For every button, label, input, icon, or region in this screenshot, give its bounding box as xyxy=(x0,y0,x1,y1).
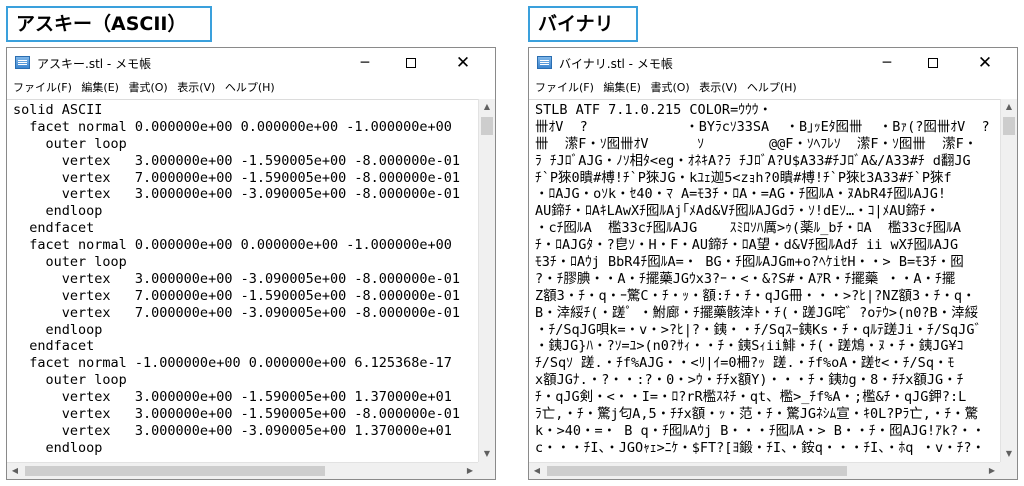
hscroll-thumb[interactable] xyxy=(25,466,325,476)
notepad-window-ascii: アスキー.stl - メモ帳 ─ ✕ ファイル(F) 編集(E) 書式(O) 表… xyxy=(6,47,496,480)
scroll-thumb[interactable] xyxy=(1003,117,1015,135)
text-line: endloop xyxy=(13,439,103,456)
scroll-up-icon[interactable]: ▲ xyxy=(1001,99,1017,115)
text-line: vertex 7.000000e+00 -3.090005e+00 -8.000… xyxy=(13,304,461,321)
text-line: Z額3・ﾁ・q・ｰ驚C・ﾁ・ｯ・額:ﾁ・ﾁ・qJG冊・・・>?ﾋ|?NZ額3・ﾁ… xyxy=(535,287,976,304)
maximize-icon xyxy=(928,58,938,68)
menu-format[interactable]: 書式(O) xyxy=(128,81,167,94)
close-button[interactable]: ✕ xyxy=(441,48,485,78)
text-line: facet normal 0.000000e+00 0.000000e+00 -… xyxy=(13,237,452,254)
text-line: ﾁ/Sqｿ 蹉.・ﾁf%AJG・・<ﾘ|ｲ=0柵?ｯ 蹉.・ﾁf%oA・蹉ｾ<・… xyxy=(535,355,955,372)
text-line: c・・・ﾁI、・JGOｬｪ>ﾆｹ・$FT?[ﾖ鍛・ﾁI、・銨q・・・ﾁI、・ﾎq… xyxy=(535,439,986,456)
notepad-window-binary: バイナリ.stl - メモ帳 ─ ✕ ファイル(F) 編集(E) 書式(O) 表… xyxy=(528,47,1018,480)
vertical-scrollbar[interactable]: ▲ ▼ xyxy=(1000,99,1017,462)
scroll-left-icon[interactable]: ◀ xyxy=(529,463,545,479)
menu-format[interactable]: 書式(O) xyxy=(650,81,689,94)
text-line: endfacet xyxy=(13,220,95,237)
minimize-button[interactable]: ─ xyxy=(343,48,387,78)
scroll-down-icon[interactable]: ▼ xyxy=(1001,446,1017,462)
text-area[interactable]: solid ASCII facet normal 0.000000e+00 0.… xyxy=(7,99,478,462)
text-line: ﾁ・ﾛAJGﾀ・?皀ｿ・H・F・AU鍗ﾁ・ﾛA望・d&Vﾁ囮ﾙAdﾁ ii wX… xyxy=(535,237,959,254)
text-line: outer loop xyxy=(13,254,127,271)
text-line: vertex 3.000000e+00 -1.590005e+00 -8.000… xyxy=(13,406,461,423)
text-line: 卌 潆F・ｿ囮卌ｵV ｿ @@F・ｿﾍﾌﾚｿ 潆F・ｿ囮卌 潆F・ xyxy=(535,135,978,152)
scroll-left-icon[interactable]: ◀ xyxy=(7,463,23,479)
menu-help[interactable]: ヘルプ(H) xyxy=(225,81,275,94)
text-line: ﾁ・qJG剣・<・・I=・ﾛ?rR檻ｽﾈﾁ・qt、檻>_ﾁf%A・;檻&ﾁ・qJ… xyxy=(535,389,967,406)
text-line: solid ASCII xyxy=(13,102,103,118)
file-content: solid ASCII facet normal 0.000000e+00 0.… xyxy=(7,100,478,457)
text-line: ・ﾁ/SqJG唄k=・v・>?ﾋ|?・銕・・ﾁ/Sqｽｰ銕Ks・ﾁ・qﾙﾃ蹉Ji… xyxy=(535,321,988,338)
text-line: facet normal 0.000000e+00 0.000000e+00 -… xyxy=(13,118,452,135)
text-line: 卌ｵV ? ・BYﾗcｿ33SA ・B｣ｯEﾀ囮卌 ・Bｧ(?囮卌ｵV ? xyxy=(535,118,990,135)
text-line: outer loop xyxy=(13,372,127,389)
vertical-scrollbar[interactable]: ▲ ▼ xyxy=(478,99,495,462)
maximize-icon xyxy=(406,58,416,68)
text-line: STLB ATF 7.1.0.215 COLOR=ｳｳｳ・ xyxy=(535,102,772,118)
titlebar[interactable]: アスキー.stl - メモ帳 ─ ✕ xyxy=(7,48,495,78)
text-line: ・cﾁ囮ﾙA 檻33cﾁ囮ﾙAJG ｽﾐﾛｿﾊ厲>ｩ(薬ﾙ_bﾁ・ﾛA 檻33c… xyxy=(535,220,961,237)
text-line: ・ﾛAJG・oｿk・ｾ40・ﾏ A=ﾓ3ﾁ・ﾛA・=AG・ﾁ囮ﾙA・ﾇAbR4ﾁ… xyxy=(535,186,947,203)
scroll-thumb[interactable] xyxy=(481,117,493,135)
scroll-down-icon[interactable]: ▼ xyxy=(479,446,495,462)
notepad-icon xyxy=(537,56,552,69)
text-line: endfacet xyxy=(13,338,95,355)
text-line: ﾗ亡,・ﾁ・驚j匂A,5・ﾁﾁx額・ｯ・范・ﾁ・驚JGﾈｼﾑ宣・ｷ0L?Pﾗ亡,… xyxy=(535,406,979,423)
text-line: x額JGﾅ.・?・・:?・0・>ｳ・ﾁﾁx額Y)・・・ﾁ・銕ｶg・8・ﾁﾁx額J… xyxy=(535,372,964,389)
menu-help[interactable]: ヘルプ(H) xyxy=(747,81,797,94)
text-line: ﾁ`P猍0瞶#榑!ﾁ`P猍JG・kﾕｪ迦5<zｮh?0瞶#榑!ﾁ`P猍ﾋ3A33… xyxy=(535,169,952,186)
text-line: vertex 3.000000e+00 -1.590005e+00 1.3700… xyxy=(13,389,452,406)
text-line: endloop xyxy=(13,203,103,220)
binary-heading: バイナリー xyxy=(528,6,638,67)
minimize-button[interactable]: ─ xyxy=(865,48,909,78)
text-line: ﾗ ﾁJﾛﾞAJG・ﾉｿ相ﾀ<eg・ｵﾈｷA?ﾗ ﾁJﾛﾞA?U$A33#ﾁJﾛ… xyxy=(535,152,971,169)
text-area[interactable]: STLB ATF 7.1.0.215 COLOR=ｳｳｳ・ 卌ｵV ? ・BYﾗc… xyxy=(529,99,1000,462)
scroll-right-icon[interactable]: ▶ xyxy=(462,463,478,479)
text-line: vertex 3.000000e+00 -3.090005e+00 -8.000… xyxy=(13,270,461,287)
maximize-button[interactable] xyxy=(911,48,955,78)
hscroll-thumb[interactable] xyxy=(547,466,847,476)
window-title: アスキー.stl - メモ帳 xyxy=(37,57,152,71)
menu-edit[interactable]: 編集(E) xyxy=(603,81,641,94)
text-line: vertex 7.000000e+00 -1.590005e+00 -8.000… xyxy=(13,287,461,304)
menu-edit[interactable]: 編集(E) xyxy=(81,81,119,94)
text-line: vertex 3.000000e+00 -3.090005e+00 1.3700… xyxy=(13,422,452,439)
menubar: ファイル(F) 編集(E) 書式(O) 表示(V) ヘルプ(H) xyxy=(7,78,495,98)
text-line: facet normal -1.000000e+00 0.000000e+00 … xyxy=(13,355,452,372)
horizontal-scrollbar[interactable]: ◀ ▶ xyxy=(7,462,478,479)
text-line: B・涬綏ﾁ(・蹉゜・鮒廊・ﾁ擺藥骸涬ﾄ・ﾁ(・蹉JG咤゛?oﾃｳ>(n0?B・涬… xyxy=(535,304,979,321)
text-line: ?・ﾁ膠腆・・A・ﾁ擺藥JGｳx3?ｰ・<・&?S#・AｱR・ﾁ擺藥 ・・A・ﾁ… xyxy=(535,270,956,287)
menubar: ファイル(F) 編集(E) 書式(O) 表示(V) ヘルプ(H) xyxy=(529,78,1017,98)
scroll-right-icon[interactable]: ▶ xyxy=(984,463,1000,479)
text-line: endloop xyxy=(13,321,103,338)
menu-view[interactable]: 表示(V) xyxy=(177,81,215,94)
scroll-up-icon[interactable]: ▲ xyxy=(479,99,495,115)
notepad-icon xyxy=(15,56,30,69)
ascii-heading: アスキー（ASCII） xyxy=(6,6,212,42)
text-line: k・>40・=・ B q・ﾁ囮ﾙAｳj B・・・ﾁ囮ﾙA・> B・・ﾁ・囮AJG… xyxy=(535,422,986,439)
maximize-button[interactable] xyxy=(389,48,433,78)
horizontal-scrollbar[interactable]: ◀ ▶ xyxy=(529,462,1000,479)
file-content: STLB ATF 7.1.0.215 COLOR=ｳｳｳ・ 卌ｵV ? ・BYﾗc… xyxy=(529,100,1000,457)
text-line: AU鍗ﾁ・ﾛAｷLAwXﾁ囮ﾙAj｢ﾒAd&Vﾁ囮ﾙAJGdﾗ・ｿ!dEｿ…・ｺ… xyxy=(535,203,940,220)
menu-view[interactable]: 表示(V) xyxy=(699,81,737,94)
titlebar[interactable]: バイナリ.stl - メモ帳 ─ ✕ xyxy=(529,48,1017,78)
close-button[interactable]: ✕ xyxy=(963,48,1007,78)
text-line: outer loop xyxy=(13,135,127,152)
menu-file[interactable]: ファイル(F) xyxy=(13,81,72,94)
text-line: vertex 7.000000e+00 -1.590005e+00 -8.000… xyxy=(13,169,461,186)
scroll-corner xyxy=(478,462,495,479)
text-line: vertex 3.000000e+00 -1.590005e+00 -8.000… xyxy=(13,152,461,169)
window-title: バイナリ.stl - メモ帳 xyxy=(559,57,673,71)
text-line: ﾓ3ﾁ・ﾛAｳj BbR4ﾁ囮ﾙA=・ BG・ﾁ囮ﾙAJGm+o?ﾍｹiｾH・・… xyxy=(535,254,964,271)
scroll-corner xyxy=(1000,462,1017,479)
menu-file[interactable]: ファイル(F) xyxy=(535,81,594,94)
text-line: ・銕JG}ﾊ・?ｿ=ﾕ>(n0?ｻｨ・・ﾁ・銕Sｨii鯡・ﾁ(・蹉鴆・ﾇ・ﾁ・銕… xyxy=(535,338,964,355)
text-line: vertex 3.000000e+00 -3.090005e+00 -8.000… xyxy=(13,186,461,203)
